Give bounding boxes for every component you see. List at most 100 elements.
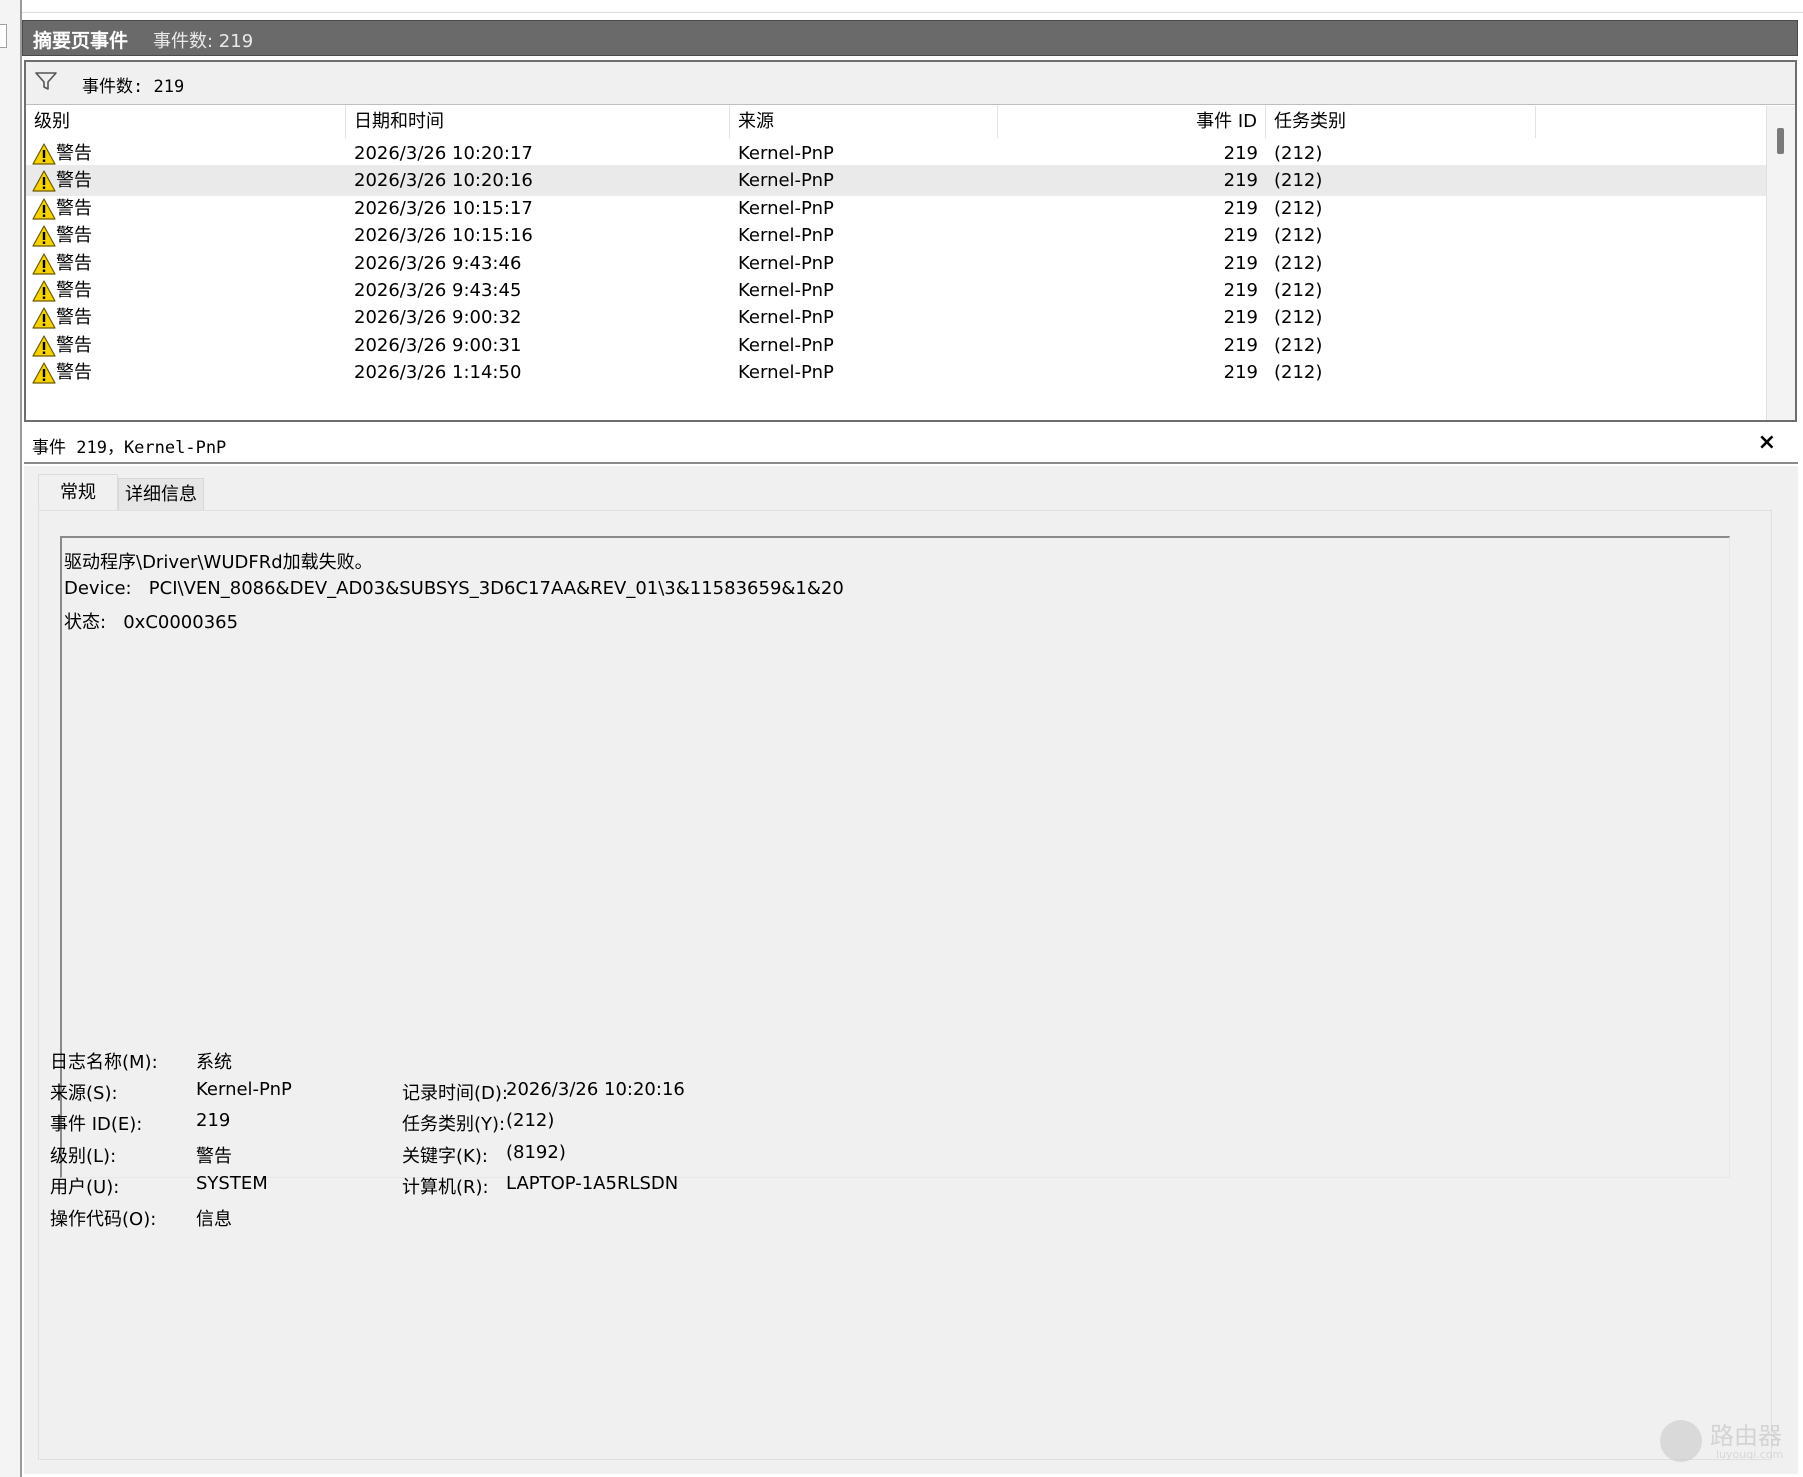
- source-cell: Kernel-PnP: [738, 143, 834, 164]
- level-label: 级别(L):: [50, 1146, 117, 1167]
- event-message-box[interactable]: 驱动程序\Driver\WUDFRd加载失败。 Device: PCI\VEN_…: [60, 536, 1730, 1178]
- source-value: Kernel-PnP: [196, 1079, 292, 1100]
- datetime-cell: 2026/3/26 10:15:17: [354, 197, 533, 219]
- event-row[interactable]: 警告 2026/3/26 9:00:32 Kernel-PnP 219 (212): [26, 302, 1766, 333]
- watermark-text: 路由器: [1710, 1422, 1782, 1450]
- logged-value: 2026/3/26 10:20:16: [506, 1079, 685, 1100]
- keywords-label: 关键字(K):: [402, 1146, 488, 1167]
- message-line-3: 状态: 0xC0000365: [64, 612, 239, 633]
- warning-icon: [32, 252, 56, 275]
- event-id-cell: 219: [1223, 362, 1258, 384]
- event-id-cell: 219: [1223, 143, 1258, 164]
- task-category-cell: (212): [1274, 334, 1323, 356]
- watermark-subtext: luyouqi.com: [1716, 1448, 1784, 1461]
- opcode-label: 操作代码(O):: [50, 1209, 157, 1230]
- event-row[interactable]: 警告 2026/3/26 10:20:16 Kernel-PnP 219 (212): [26, 165, 1766, 197]
- event-row[interactable]: 警告 2026/3/26 10:15:17 Kernel-PnP 219 (212): [26, 193, 1766, 224]
- source-cell: Kernel-PnP: [738, 170, 834, 192]
- task-category-cell: (212): [1274, 252, 1323, 274]
- logged-label: 记录时间(D):: [402, 1083, 508, 1104]
- event-detail-titlebar: 事件 219，Kernel-PnP ×: [24, 428, 1798, 464]
- computer-label: 计算机(R):: [402, 1177, 489, 1198]
- event-row[interactable]: 警告 2026/3/26 10:20:17 Kernel-PnP 219 (212): [26, 138, 1766, 169]
- task-category-cell: (212): [1274, 170, 1323, 192]
- datetime-cell: 2026/3/26 10:20:17: [354, 143, 533, 164]
- level-cell: 警告: [56, 170, 92, 192]
- event-row[interactable]: 警告 2026/3/26 9:00:31 Kernel-PnP 219 (212): [26, 330, 1766, 361]
- warning-icon: [32, 170, 56, 192]
- summary-header-bar: 摘要页事件 事件数: 219: [22, 20, 1798, 56]
- event-detail-body: 常规 详细信息 驱动程序\Driver\WUDFRd加载失败。 Device: …: [24, 466, 1798, 1474]
- warning-icon: [32, 362, 56, 384]
- task-category-value: (212): [506, 1110, 555, 1131]
- event-id-label: 事件 ID(E):: [50, 1114, 143, 1135]
- event-id-cell: 219: [1223, 334, 1258, 356]
- log-name-value: 系统: [196, 1052, 232, 1073]
- warning-icon: [32, 307, 56, 329]
- task-category-cell: (212): [1274, 225, 1323, 247]
- filter-icon[interactable]: [34, 70, 58, 92]
- column-header-event-id[interactable]: 事件 ID: [998, 106, 1266, 138]
- level-cell: 警告: [56, 225, 92, 247]
- column-header-level[interactable]: 级别: [26, 106, 346, 138]
- event-row[interactable]: 警告 2026/3/26 9:43:46 Kernel-PnP 219 (212): [26, 248, 1766, 279]
- message-line-1: 驱动程序\Driver\WUDFRd加载失败。: [64, 552, 373, 573]
- scrollbar-thumb[interactable]: [1777, 128, 1784, 154]
- datetime-cell: 2026/3/26 10:20:16: [354, 170, 533, 192]
- source-label: 来源(S):: [50, 1083, 118, 1104]
- log-name-label: 日志名称(M):: [50, 1052, 158, 1073]
- event-id-cell: 219: [1223, 170, 1258, 192]
- filter-bar: 事件数: 219: [26, 62, 1795, 105]
- warning-icon: [32, 143, 56, 165]
- event-id-cell: 219: [1223, 197, 1258, 219]
- event-list-scrollbar[interactable]: [1766, 106, 1795, 420]
- event-id-cell: 219: [1223, 280, 1258, 301]
- datetime-cell: 2026/3/26 9:00:31: [354, 334, 522, 356]
- task-category-cell: (212): [1274, 143, 1323, 164]
- level-cell: 警告: [56, 143, 92, 164]
- task-category-cell: (212): [1274, 307, 1323, 329]
- level-cell: 警告: [56, 280, 92, 301]
- summary-title: 摘要页事件: [33, 30, 129, 52]
- close-icon[interactable]: ×: [1758, 430, 1776, 455]
- opcode-value: 信息: [196, 1209, 232, 1230]
- column-header-task-category[interactable]: 任务类别: [1266, 106, 1536, 138]
- event-id-cell: 219: [1223, 225, 1258, 247]
- datetime-cell: 2026/3/26 10:15:16: [354, 225, 533, 247]
- datetime-cell: 2026/3/26 9:00:32: [354, 307, 522, 329]
- task-category-label: 任务类别(Y):: [402, 1114, 506, 1135]
- event-list-panel: 事件数: 219 级别 日期和时间 来源 事件 ID 任务类别 警告 2026/3…: [24, 60, 1797, 422]
- user-value: SYSTEM: [196, 1173, 268, 1194]
- summary-event-count: 事件数: 219: [153, 31, 254, 52]
- event-row[interactable]: 警告 2026/3/26 10:15:16 Kernel-PnP 219 (212): [26, 220, 1766, 251]
- event-detail-title: 事件 219，Kernel-PnP: [32, 438, 227, 458]
- source-cell: Kernel-PnP: [738, 252, 834, 274]
- datetime-cell: 2026/3/26 9:43:45: [354, 280, 522, 301]
- source-cell: Kernel-PnP: [738, 307, 834, 329]
- watermark-logo: 路由器 luyouqi.com: [1660, 1410, 1790, 1470]
- event-id-cell: 219: [1223, 307, 1258, 329]
- source-cell: Kernel-PnP: [738, 334, 834, 356]
- level-cell: 警告: [56, 362, 92, 384]
- task-category-cell: (212): [1274, 280, 1323, 301]
- warning-icon: [32, 198, 56, 220]
- tab-details[interactable]: 详细信息: [118, 478, 204, 510]
- event-row[interactable]: 警告 2026/3/26 9:43:45 Kernel-PnP 219 (212): [26, 275, 1766, 306]
- level-cell: 警告: [56, 334, 92, 356]
- keywords-value: (8192): [506, 1142, 566, 1163]
- event-id-cell: 219: [1223, 252, 1258, 274]
- event-row[interactable]: 警告 2026/3/26 1:14:50 Kernel-PnP 219 (212): [26, 357, 1766, 388]
- source-cell: Kernel-PnP: [738, 225, 834, 247]
- source-cell: Kernel-PnP: [738, 197, 834, 219]
- column-header-datetime[interactable]: 日期和时间: [346, 106, 730, 138]
- column-header-row: 级别 日期和时间 来源 事件 ID 任务类别: [26, 106, 1766, 138]
- filter-event-count: 事件数: 219: [82, 77, 185, 97]
- datetime-cell: 2026/3/26 1:14:50: [354, 362, 522, 384]
- warning-icon: [32, 335, 56, 357]
- level-cell: 警告: [56, 252, 92, 274]
- tab-general[interactable]: 常规: [38, 474, 118, 510]
- level-cell: 警告: [56, 197, 92, 219]
- column-header-source[interactable]: 来源: [730, 106, 998, 138]
- warning-icon: [32, 225, 56, 247]
- warning-icon: [32, 280, 56, 302]
